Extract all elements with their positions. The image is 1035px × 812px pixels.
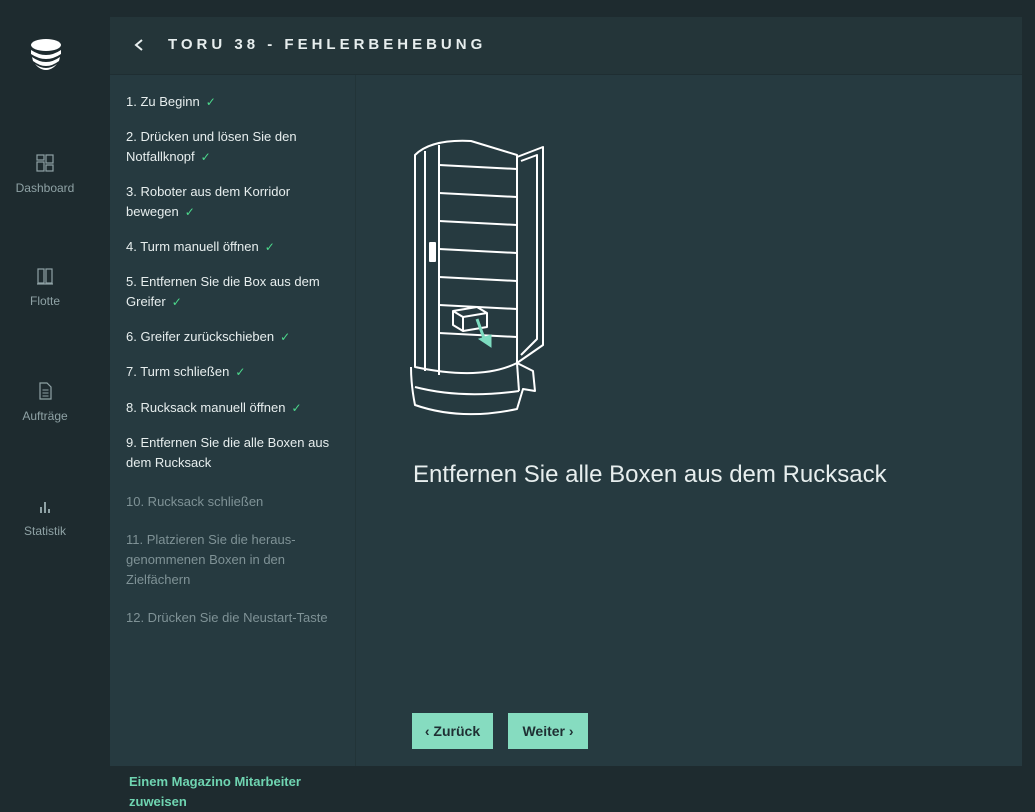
step-label: 12. Drücken Sie die Neustart-Taste	[126, 610, 328, 625]
check-icon: ✓	[200, 150, 211, 164]
step-list: 1. Zu Beginn ✓ 2. Drücken und lösen Sie d…	[110, 75, 356, 809]
next-button[interactable]: Weiter ›	[508, 713, 588, 749]
check-icon: ✓	[280, 330, 291, 344]
nav-label-dashboard: Dashboard	[15, 181, 75, 195]
nav-item-dashboard[interactable]: Dashboard	[0, 153, 90, 195]
check-icon: ✓	[291, 401, 302, 415]
troubleshooting-panel: TORU 38 - FEHLERBEHEBUNG 1. Zu Beginn ✓ 2…	[110, 17, 1022, 809]
nav-item-auftraege[interactable]: Aufträge	[0, 381, 90, 423]
step-instruction: Entfernen Sie alle Boxen aus dem Rucksac…	[413, 461, 887, 488]
step-label: 11. Platzieren Sie die heraus-genommenen…	[126, 532, 296, 587]
dashboard-icon	[36, 154, 54, 172]
nav-label-auftraege: Aufträge	[22, 409, 68, 423]
assign-employee-link[interactable]: Einem Magazino Mitarbeiter zuweisen	[129, 772, 349, 812]
step-label: 2. Drücken und lösen Sie den Notfallknop…	[126, 129, 297, 164]
statistics-icon	[40, 502, 50, 513]
step-label: 7. Turm schließen	[126, 364, 230, 379]
step-item-3[interactable]: 3. Roboter aus dem Korridor bewegen ✓	[126, 182, 346, 222]
step-item-12: 12. Drücken Sie die Neustart-Taste	[126, 608, 346, 628]
step-label: 4. Turm manuell öffnen	[126, 239, 259, 254]
check-icon: ✓	[171, 295, 182, 309]
step-content: Entfernen Sie alle Boxen aus dem Rucksac…	[356, 75, 1022, 766]
step-item-9[interactable]: 9. Entfernen Sie die alle Boxen aus dem …	[126, 433, 346, 473]
page-header: TORU 38 - FEHLERBEHEBUNG	[110, 17, 1022, 75]
check-icon: ✓	[235, 365, 246, 379]
step-label: 3. Roboter aus dem Korridor bewegen	[126, 184, 291, 219]
step-item-10: 10. Rucksack schließen	[126, 492, 346, 512]
page-title: TORU 38 - FEHLERBEHEBUNG	[168, 36, 487, 53]
step-label: 9. Entfernen Sie die alle Boxen aus dem …	[126, 435, 330, 470]
robot-tower-illustration	[410, 139, 544, 416]
step-item-4[interactable]: 4. Turm manuell öffnen ✓	[126, 237, 346, 257]
step-label: 5. Entfernen Sie die Box aus dem Greifer	[126, 274, 320, 309]
step-item-7[interactable]: 7. Turm schließen ✓	[126, 362, 346, 382]
check-icon: ✓	[205, 95, 216, 109]
step-label: 1. Zu Beginn	[126, 94, 200, 109]
nav-item-statistik[interactable]: Statistik	[0, 496, 90, 538]
fleet-icon	[37, 268, 53, 285]
step-item-2[interactable]: 2. Drücken und lösen Sie den Notfallknop…	[126, 127, 346, 167]
step-label: 8. Rucksack manuell öffnen	[126, 400, 286, 415]
step-item-8[interactable]: 8. Rucksack manuell öffnen ✓	[126, 398, 346, 418]
magazino-logo-icon[interactable]	[28, 36, 64, 72]
check-icon: ✓	[184, 205, 195, 219]
nav-label-flotte: Flotte	[29, 294, 60, 308]
chevron-left-icon[interactable]	[132, 34, 148, 56]
step-label: 6. Greifer zurückschieben	[126, 329, 275, 344]
nav-rail: Dashboard Flotte Aufträge Statistik	[0, 0, 110, 779]
step-item-6[interactable]: 6. Greifer zurückschieben ✓	[126, 327, 346, 347]
step-label: 10. Rucksack schließen	[126, 494, 264, 509]
check-icon: ✓	[264, 240, 275, 254]
step-item-1[interactable]: 1. Zu Beginn ✓	[126, 92, 346, 112]
orders-icon	[39, 382, 52, 400]
back-button[interactable]: ‹ Zurück	[412, 713, 493, 749]
step-item-5[interactable]: 5. Entfernen Sie die Box aus dem Greifer…	[126, 272, 346, 312]
nav-item-flotte[interactable]: Flotte	[0, 266, 90, 308]
step-item-11: 11. Platzieren Sie die heraus-genommenen…	[126, 530, 346, 590]
nav-label-statistik: Statistik	[23, 524, 66, 538]
